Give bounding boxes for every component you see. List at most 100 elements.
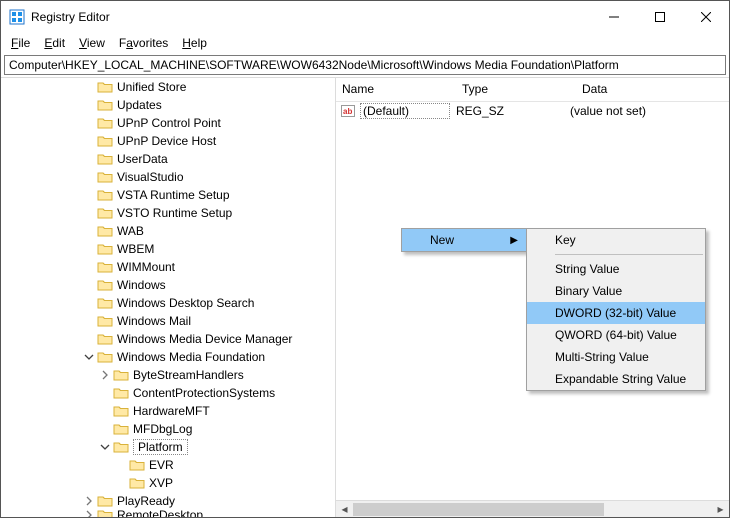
tree-item[interactable]: XVP (1, 474, 335, 492)
tree-item-label: ByteStreamHandlers (133, 368, 244, 382)
tree-item[interactable]: MFDbgLog (1, 420, 335, 438)
menu-view[interactable]: View (73, 35, 111, 51)
folder-icon (97, 152, 113, 166)
menu-file[interactable]: File (5, 35, 36, 51)
tree-item[interactable]: Platform (1, 438, 335, 456)
folder-icon (97, 278, 113, 292)
col-type[interactable]: Type (456, 78, 576, 101)
tree-item[interactable]: UPnP Control Point (1, 114, 335, 132)
folder-icon (113, 404, 129, 418)
string-value-icon: ab (340, 103, 356, 119)
scroll-left-button[interactable]: ◂ (336, 501, 353, 518)
menu-edit[interactable]: Edit (38, 35, 71, 51)
tree-item[interactable]: Unified Store (1, 78, 335, 96)
menu-bar: File Edit View Favorites Help (1, 33, 729, 53)
folder-icon (97, 134, 113, 148)
tree-item[interactable]: WIMMount (1, 258, 335, 276)
chevron-down-icon[interactable] (81, 349, 97, 365)
tree-item-label: Windows Mail (117, 314, 191, 328)
tree-item-label: UPnP Device Host (117, 134, 216, 148)
values-pane[interactable]: Name Type Data ab (Default) REG_SZ (valu… (336, 78, 729, 517)
tree-item-label: HardwareMFT (133, 404, 210, 418)
folder-icon (97, 314, 113, 328)
tree-item-label: Windows (117, 278, 166, 292)
chevron-right-icon[interactable] (97, 367, 113, 383)
folder-icon (97, 350, 113, 364)
column-headers[interactable]: Name Type Data (336, 78, 729, 102)
ctx-new-qword[interactable]: QWORD (64-bit) Value (527, 324, 705, 346)
chevron-down-icon[interactable] (97, 439, 113, 455)
tree-item[interactable]: PlayReady (1, 492, 335, 510)
tree-item-label: Windows Desktop Search (117, 296, 254, 310)
tree-item-label: Windows Media Foundation (117, 350, 265, 364)
ctx-new-binary[interactable]: Binary Value (527, 280, 705, 302)
tree-item[interactable]: UPnP Device Host (1, 132, 335, 150)
tree-item[interactable]: ByteStreamHandlers (1, 366, 335, 384)
folder-icon (97, 116, 113, 130)
minimize-button[interactable] (591, 1, 637, 33)
chevron-right-icon[interactable] (81, 493, 97, 509)
tree-item-label: RemoteDesktop (117, 510, 203, 517)
tree-item-label: VSTO Runtime Setup (117, 206, 232, 220)
tree-item-label: WBEM (117, 242, 154, 256)
address-bar[interactable]: Computer\HKEY_LOCAL_MACHINE\SOFTWARE\WOW… (4, 55, 726, 75)
tree-item[interactable]: Windows (1, 276, 335, 294)
tree-item[interactable]: Updates (1, 96, 335, 114)
folder-icon (97, 224, 113, 238)
tree-item[interactable]: WAB (1, 222, 335, 240)
ctx-new-key[interactable]: Key (527, 229, 705, 251)
folder-icon (129, 476, 145, 490)
folder-icon (97, 242, 113, 256)
col-name[interactable]: Name (336, 78, 456, 101)
tree-item[interactable]: VisualStudio (1, 168, 335, 186)
menu-separator (555, 254, 703, 255)
maximize-button[interactable] (637, 1, 683, 33)
tree-item[interactable]: UserData (1, 150, 335, 168)
folder-icon (97, 494, 113, 508)
app-icon (9, 9, 25, 25)
ctx-new-expandstring[interactable]: Expandable String Value (527, 368, 705, 390)
menu-help[interactable]: Help (176, 35, 213, 51)
folder-icon (113, 422, 129, 436)
menu-favorites[interactable]: Favorites (113, 35, 174, 51)
ctx-new[interactable]: New ▶ (402, 229, 526, 251)
chevron-right-icon[interactable] (81, 510, 97, 517)
value-name: (Default) (360, 103, 450, 119)
tree-item-label: VisualStudio (117, 170, 184, 184)
tree-item[interactable]: VSTO Runtime Setup (1, 204, 335, 222)
tree-item[interactable]: WBEM (1, 240, 335, 258)
tree-item[interactable]: ContentProtectionSystems (1, 384, 335, 402)
tree-item-label: PlayReady (117, 494, 175, 508)
ctx-new-string[interactable]: String Value (527, 258, 705, 280)
col-data[interactable]: Data (576, 78, 729, 101)
tree-item-label: Unified Store (117, 80, 186, 94)
values-h-scrollbar[interactable]: ◂ ▸ (336, 500, 729, 517)
tree-pane[interactable]: Unified Store Updates UPnP Control Point… (1, 78, 336, 517)
close-button[interactable] (683, 1, 729, 33)
folder-icon (113, 368, 129, 382)
tree-item[interactable]: HardwareMFT (1, 402, 335, 420)
value-type: REG_SZ (450, 104, 570, 118)
tree-item[interactable]: Windows Desktop Search (1, 294, 335, 312)
value-data: (value not set) (570, 104, 729, 118)
folder-icon (97, 98, 113, 112)
tree-item[interactable]: Windows Mail (1, 312, 335, 330)
tree-item[interactable]: VSTA Runtime Setup (1, 186, 335, 204)
title-bar: Registry Editor (1, 1, 729, 33)
folder-icon (97, 260, 113, 274)
ctx-new-multistring[interactable]: Multi-String Value (527, 346, 705, 368)
tree-item-label: XVP (149, 476, 173, 490)
tree-item-label: WIMMount (117, 260, 175, 274)
scroll-right-button[interactable]: ▸ (712, 501, 729, 518)
folder-icon (97, 80, 113, 94)
folder-icon (97, 510, 113, 517)
tree-item[interactable]: Windows Media Device Manager (1, 330, 335, 348)
value-row-default[interactable]: ab (Default) REG_SZ (value not set) (336, 102, 729, 120)
tree-item-label: Platform (136, 440, 185, 454)
folder-icon (97, 188, 113, 202)
ctx-new-dword[interactable]: DWORD (32-bit) Value (527, 302, 705, 324)
tree-item[interactable]: EVR (1, 456, 335, 474)
tree-item-label: EVR (149, 458, 174, 472)
tree-item[interactable]: Windows Media Foundation (1, 348, 335, 366)
tree-item[interactable]: RemoteDesktop (1, 510, 335, 517)
